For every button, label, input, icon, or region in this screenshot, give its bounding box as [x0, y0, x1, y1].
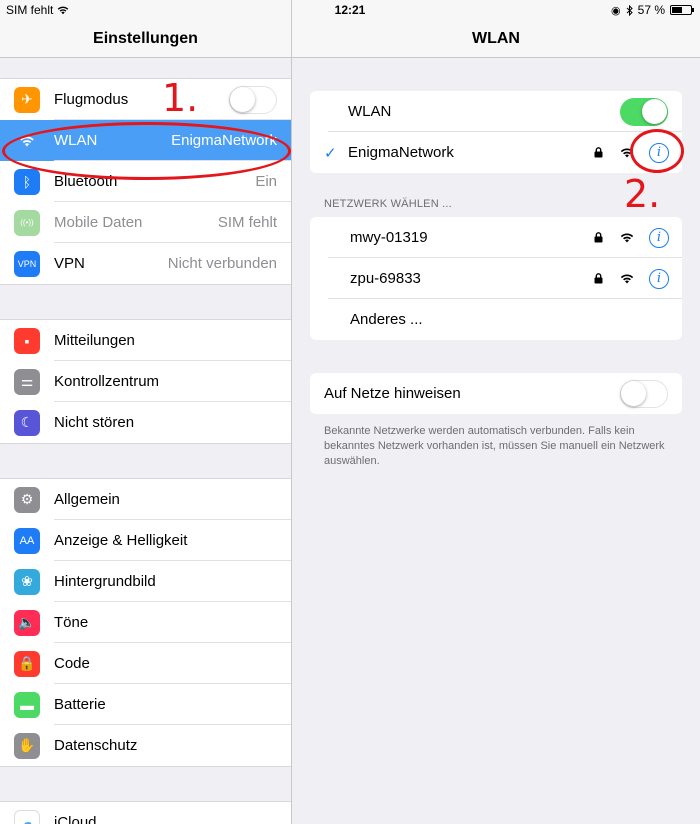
- sidebar-item-label: Datenschutz: [54, 737, 138, 754]
- sidebar-item-label: Code: [54, 655, 90, 672]
- sidebar-item-hintergrundbild[interactable]: ❀ Hintergrundbild: [0, 561, 291, 602]
- sidebar-item-toene[interactable]: 🔈 Töne: [0, 602, 291, 643]
- battery-icon: [670, 5, 694, 15]
- wifi-signal-icon: [620, 274, 634, 284]
- ask-to-join-switch[interactable]: [620, 379, 668, 408]
- rotation-lock-icon: ◉: [611, 4, 621, 17]
- bluetooth-icon: ᛒ: [14, 168, 40, 195]
- sidebar-item-value: Ein: [255, 173, 277, 190]
- connected-network-name: EnigmaNetwork: [348, 144, 454, 161]
- highlight-ring-info: [630, 129, 684, 173]
- sidebar-item-label: Hintergrundbild: [54, 573, 156, 590]
- wlan-toggle-label: WLAN: [348, 103, 392, 120]
- sidebar-item-mitteilungen[interactable]: ▪ Mitteilungen: [0, 320, 291, 361]
- sidebar-item-allgemein[interactable]: ⚙ Allgemein: [0, 479, 291, 520]
- ask-to-join-row: Auf Netze hinweisen: [310, 373, 682, 414]
- clock: 12:21: [334, 3, 366, 17]
- sidebar-item-label: VPN: [54, 255, 85, 272]
- moon-icon: ☾: [14, 409, 40, 436]
- sidebar-item-vpn[interactable]: VPN VPN Nicht verbunden: [0, 243, 291, 284]
- lock-icon: [594, 273, 603, 284]
- sidebar-item-flugmodus[interactable]: ✈ Flugmodus: [0, 79, 291, 120]
- speaker-icon: 🔈: [14, 609, 40, 636]
- choose-network-header: NETZWERK WÄHLEN ...: [324, 198, 452, 210]
- sidebar-item-kontrollzentrum[interactable]: ⚌ Kontrollzentrum: [0, 361, 291, 402]
- network-name: mwy-01319: [350, 229, 428, 246]
- sidebar-item-label: Allgemein: [54, 491, 120, 508]
- other-network-label: Anderes ...: [350, 311, 423, 328]
- sidebar-item-value: Nicht verbunden: [167, 255, 277, 272]
- sidebar-item-icloud[interactable]: ☁ iCloud: [0, 802, 291, 824]
- step-1-annotation: 1.: [162, 76, 199, 120]
- ask-to-join-group: Auf Netze hinweisen: [310, 373, 682, 414]
- wifi-signal-icon: [620, 233, 634, 243]
- ask-to-join-label: Auf Netze hinweisen: [324, 385, 461, 402]
- highlight-ring-wlan: [2, 122, 291, 180]
- other-network-row[interactable]: Anderes ...: [310, 299, 682, 340]
- sidebar-item-nicht-stoeren[interactable]: ☾ Nicht stören: [0, 402, 291, 443]
- notifications-icon: ▪: [14, 327, 40, 354]
- antenna-icon: ((•)): [14, 209, 40, 236]
- wlan-main-group: WLAN ✓ EnigmaNetwork i: [310, 91, 682, 173]
- wlan-toggle-row: WLAN: [310, 91, 682, 132]
- switches-icon: ⚌: [14, 368, 40, 395]
- battery-icon: ▬: [14, 691, 40, 718]
- settings-group: ✈ Flugmodus WLAN EnigmaNetwork ᛒ Bluetooth Ein…: [0, 78, 291, 285]
- network-row[interactable]: zpu-69833 i: [310, 258, 682, 299]
- lock-icon: 🔒: [14, 650, 40, 677]
- sidebar-item-label: Kontrollzentrum: [54, 373, 160, 390]
- info-button[interactable]: i: [649, 227, 669, 248]
- sidebar-item-anzeige[interactable]: AA Anzeige & Helligkeit: [0, 520, 291, 561]
- sidebar-item-label: Batterie: [54, 696, 106, 713]
- settings-group: ⚙ Allgemein AA Anzeige & Helligkeit ❀ Hinterg…: [0, 478, 291, 767]
- network-row[interactable]: mwy-01319 i: [310, 217, 682, 258]
- airplane-icon: ✈: [14, 86, 40, 113]
- detail-title: WLAN: [292, 20, 700, 58]
- cloud-icon: ☁: [14, 809, 40, 824]
- settings-group: ▪ Mitteilungen ⚌ Kontrollzentrum ☾ Nicht stör…: [0, 319, 291, 444]
- lock-icon: [594, 147, 603, 158]
- flower-icon: ❀: [14, 568, 40, 595]
- available-networks-group: mwy-01319 i zpu-69833 i Anderes ...: [310, 217, 682, 340]
- status-bar: SIM fehlt 12:21 ◉ 57 %: [0, 0, 700, 20]
- sidebar-item-label: Anzeige & Helligkeit: [54, 532, 188, 549]
- sidebar-item-batterie[interactable]: ▬ Batterie: [0, 684, 291, 725]
- sidebar-title: Einstellungen: [0, 20, 291, 58]
- sidebar-item-label: Mobile Daten: [54, 214, 143, 231]
- text-size-icon: AA: [14, 527, 40, 554]
- hand-icon: ✋: [14, 732, 40, 759]
- info-button[interactable]: i: [649, 268, 669, 289]
- bluetooth-status-icon: [626, 4, 633, 16]
- vpn-icon: VPN: [14, 250, 40, 277]
- sidebar-item-datenschutz[interactable]: ✋ Datenschutz: [0, 725, 291, 766]
- connected-network-row[interactable]: ✓ EnigmaNetwork i: [310, 132, 682, 173]
- network-name: zpu-69833: [350, 270, 421, 287]
- battery-percent: 57 %: [637, 3, 665, 17]
- gear-icon: ⚙: [14, 486, 40, 513]
- sidebar-item-label: Mitteilungen: [54, 332, 135, 349]
- sidebar-item-mobile-daten[interactable]: ((•)) Mobile Daten SIM fehlt: [0, 202, 291, 243]
- ask-to-join-footnote: Bekannte Netzwerke werden automatisch ve…: [324, 425, 665, 467]
- sidebar-item-label: Flugmodus: [54, 91, 129, 108]
- lock-icon: [594, 232, 603, 243]
- wlan-switch[interactable]: [620, 97, 668, 126]
- checkmark-icon: ✓: [324, 144, 337, 162]
- sidebar-item-label: Nicht stören: [54, 414, 135, 431]
- flugmodus-switch[interactable]: [229, 85, 277, 114]
- sidebar-item-label: Töne: [54, 614, 89, 631]
- settings-group: ☁ iCloud: [0, 801, 291, 824]
- sidebar-item-code[interactable]: 🔒 Code: [0, 643, 291, 684]
- sidebar-item-label: iCloud: [54, 814, 97, 824]
- sidebar-item-value: SIM fehlt: [217, 214, 277, 231]
- step-2-annotation: 2.: [624, 172, 661, 216]
